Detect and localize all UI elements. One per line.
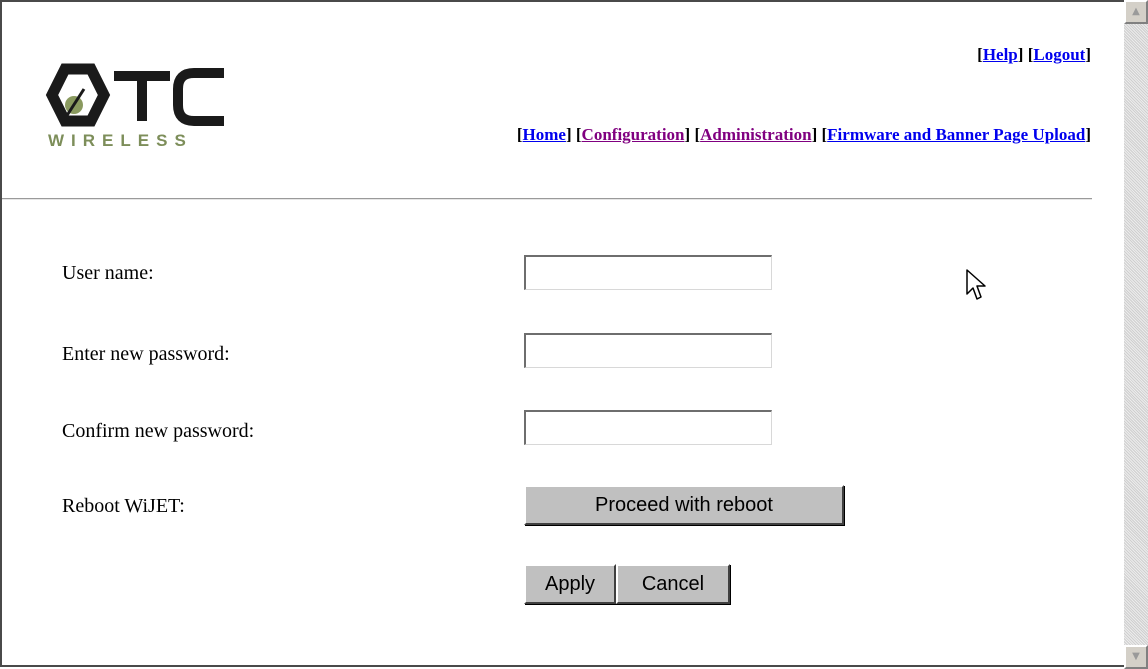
confirm-password-input[interactable] — [524, 410, 772, 445]
logout-link[interactable]: Logout — [1033, 45, 1085, 64]
mouse-pointer-icon — [966, 269, 986, 300]
nav-home-link[interactable]: Home — [523, 125, 566, 144]
new-password-label: Enter new password: — [62, 343, 230, 365]
otc-wireless-logo: WIRELESS — [38, 55, 238, 155]
nav-administration-link[interactable]: Administration — [700, 125, 811, 144]
otc-logo-mark-icon — [45, 63, 224, 127]
logo-wordmark: WIRELESS — [48, 131, 193, 150]
username-input[interactable] — [524, 255, 772, 290]
vertical-scrollbar[interactable]: ▲ ▼ — [1124, 0, 1148, 669]
username-label: User name: — [62, 262, 154, 284]
nav-firmware-upload-link[interactable]: Firmware and Banner Page Upload — [827, 125, 1085, 144]
cancel-button[interactable]: Cancel — [616, 564, 730, 604]
header-divider — [2, 198, 1092, 200]
top-links: [Help] [Logout] — [977, 45, 1091, 64]
proceed-with-reboot-button[interactable]: Proceed with reboot — [524, 485, 844, 525]
apply-button[interactable]: Apply — [524, 564, 616, 604]
scroll-up-arrow-icon[interactable]: ▲ — [1124, 0, 1148, 24]
confirm-password-label: Confirm new password: — [62, 420, 255, 442]
scroll-down-arrow-icon[interactable]: ▼ — [1124, 645, 1148, 669]
new-password-input[interactable] — [524, 333, 772, 368]
nav-configuration-link[interactable]: Configuration — [582, 125, 685, 144]
help-link[interactable]: Help — [983, 45, 1018, 64]
reboot-label: Reboot WiJET: — [62, 495, 185, 517]
main-nav: [Home] [Configuration] [Administration] … — [516, 125, 1091, 144]
